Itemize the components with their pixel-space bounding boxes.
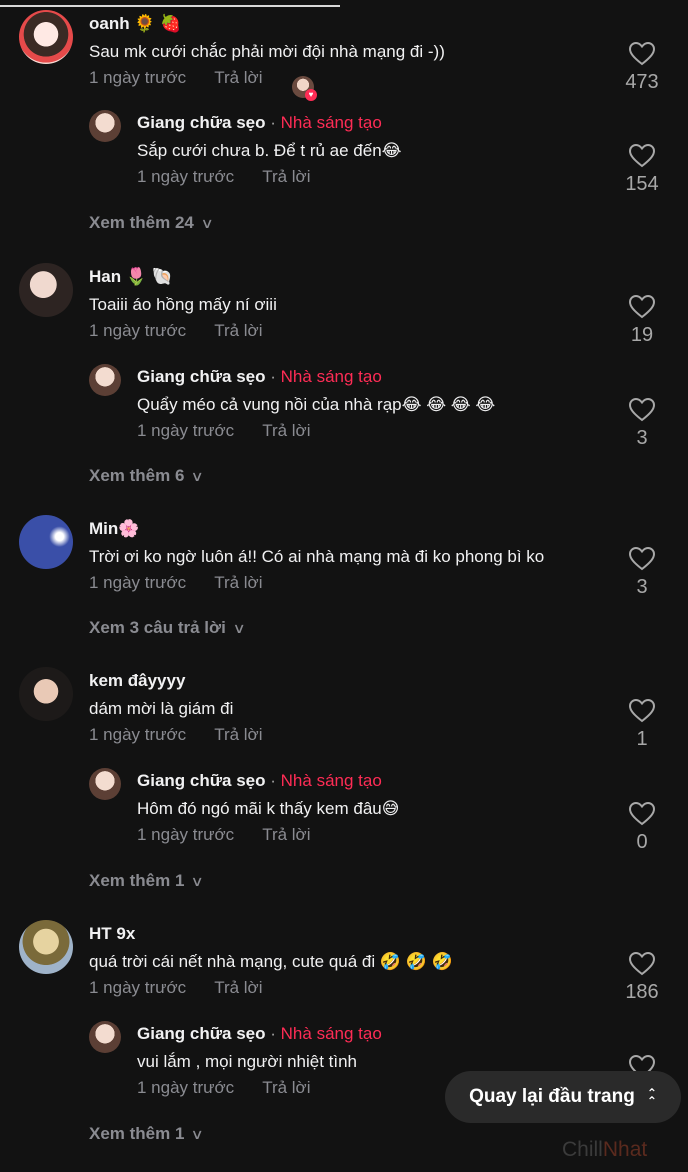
progress-fill [0,5,340,7]
view-more-replies[interactable]: Xem thêm 1 ∨ [89,1124,205,1144]
reply-username[interactable]: Giang chữa sẹo · Nhà sáng tạo [137,771,382,791]
view-more-replies[interactable]: Xem thêm 24 ∨ [89,213,214,233]
comment-username[interactable]: Han 🌷 🐚 [89,267,173,287]
like-button[interactable]: 186 [620,952,664,1004]
reply-button[interactable]: Trả lời [214,725,262,744]
comment-meta: 1 ngày trước Trả lời [89,321,262,341]
reply-button[interactable]: Trả lời [262,1078,310,1097]
avatar[interactable] [19,515,73,569]
comment-username[interactable]: Min🌸 [89,519,139,539]
like-count: 473 [625,71,659,93]
back-to-top-label: Quay lại đầu trang [469,1086,635,1107]
comment-text: Sau mk cưới chắc phải mời đội nhà mạng đ… [89,42,445,61]
reply-button[interactable]: Trả lời [214,978,262,997]
back-to-top-button[interactable]: Quay lại đầu trang ⌃ ⌃ [445,1071,681,1123]
top-progress-bar [0,0,688,8]
reply-button[interactable]: Trả lời [262,421,310,440]
reply-button[interactable]: Trả lời [262,825,310,844]
avatar[interactable] [19,667,73,721]
reply-text: Hôm đó ngó mãi k thấy kem đâu😅 [137,799,400,818]
like-count: 186 [625,981,659,1003]
reply-meta: 1 ngày trước Trả lời [137,825,310,845]
heart-icon [629,802,655,826]
timestamp: 1 ngày trước [137,167,235,186]
comment-username[interactable]: oanh 🌻 🍓 [89,14,181,34]
comment-meta: 1 ngày trước Trả lời [89,68,262,88]
like-count: 0 [636,831,648,853]
like-button[interactable]: 3 [620,547,664,599]
comment-meta: 1 ngày trước Trả lời [89,725,262,745]
like-count: 3 [636,576,648,598]
heart-icon [629,547,655,571]
view-more-replies[interactable]: Xem thêm 1 ∨ [89,871,205,891]
reply-meta: 1 ngày trước Trả lời [137,167,310,187]
view-more-replies[interactable]: Xem thêm 6 ∨ [89,466,205,486]
reply-username[interactable]: Giang chữa sẹo · Nhà sáng tạo [137,367,382,387]
reply-button[interactable]: Trả lời [214,321,262,340]
timestamp: 1 ngày trước [137,825,235,844]
like-button[interactable]: 19 [620,295,664,347]
heart-icon [629,42,655,66]
avatar[interactable] [89,1021,121,1053]
like-button[interactable]: 154 [620,144,664,196]
like-button[interactable]: 3 [620,398,664,450]
comment-meta: 1 ngày trước Trả lời [89,978,262,998]
like-count: 154 [625,173,659,195]
chevron-down-icon: ∨ [190,468,205,484]
view-more-replies[interactable]: Xem 3 câu trả lời ∨ [89,618,246,638]
comment-text: Toaiii áo hồng mấy ní ơiii [89,295,277,314]
timestamp: 1 ngày trước [89,321,187,340]
avatar[interactable] [19,10,73,64]
watermark: ChillNhat [562,1138,648,1161]
timestamp: 1 ngày trước [89,725,187,744]
avatar[interactable] [89,768,121,800]
reply-button[interactable]: Trả lời [214,573,262,592]
reply-button[interactable]: Trả lời [262,167,310,186]
chevron-down-icon: ∨ [190,1126,205,1142]
heart-icon [629,295,655,319]
like-button[interactable]: 1 [620,699,664,751]
timestamp: 1 ngày trước [137,1078,235,1097]
avatar[interactable] [89,110,121,142]
chevron-down-icon: ∨ [200,215,214,231]
heart-icon [629,398,655,422]
double-chevron-up-icon: ⌃ ⌃ [646,1086,657,1108]
like-count: 1 [636,728,648,750]
reply-text: Quẩy méo cả vung nồi của nhà rạp😂 😂 😂 😂 [137,395,496,414]
comment-text: dám mời là giám đi [89,699,234,718]
comment-meta: 1 ngày trước Trả lời [89,573,262,593]
creator-badge: Nhà sáng tạo [280,771,382,790]
comment-username[interactable]: HT 9x [89,924,135,944]
heart-icon [629,952,655,976]
comment-text: quá trời cái nết nhà mạng, cute quá đi 🤣… [89,952,453,971]
avatar[interactable] [19,263,73,317]
like-count: 3 [636,427,648,449]
reply-text: vui lắm , mọi người nhiệt tình [137,1052,358,1071]
creator-badge: Nhà sáng tạo [280,1024,382,1043]
like-button[interactable]: 0 [620,802,664,854]
heart-icon [629,699,655,723]
comment-text: Trời ơi ko ngờ luôn á!! Có ai nhà mạng m… [89,547,545,566]
heart-icon [629,144,655,168]
reply-username[interactable]: Giang chữa sẹo · Nhà sáng tạo [137,1024,382,1044]
timestamp: 1 ngày trước [89,68,187,87]
timestamp: 1 ngày trước [137,421,235,440]
timestamp: 1 ngày trước [89,573,187,592]
reply-username[interactable]: Giang chữa sẹo · Nhà sáng tạo [137,113,382,133]
reply-meta: 1 ngày trước Trả lời [137,421,310,441]
like-button[interactable]: 473 [620,42,664,94]
creator-badge: Nhà sáng tạo [280,113,382,132]
creator-heart-icon: ♥ [305,89,317,101]
reply-meta: 1 ngày trước Trả lời [137,1078,310,1098]
creator-badge: Nhà sáng tạo [280,367,382,386]
avatar[interactable] [19,920,73,974]
avatar[interactable] [89,364,121,396]
timestamp: 1 ngày trước [89,978,187,997]
like-count: 19 [630,324,654,346]
reply-text: Sắp cưới chưa b. Để t rủ ae đến😂 [137,141,402,160]
chevron-down-icon: ∨ [232,620,246,636]
chevron-down-icon: ∨ [190,873,205,889]
comment-username[interactable]: kem đâyyyy [89,671,185,691]
reply-button[interactable]: Trả lời [214,68,262,87]
